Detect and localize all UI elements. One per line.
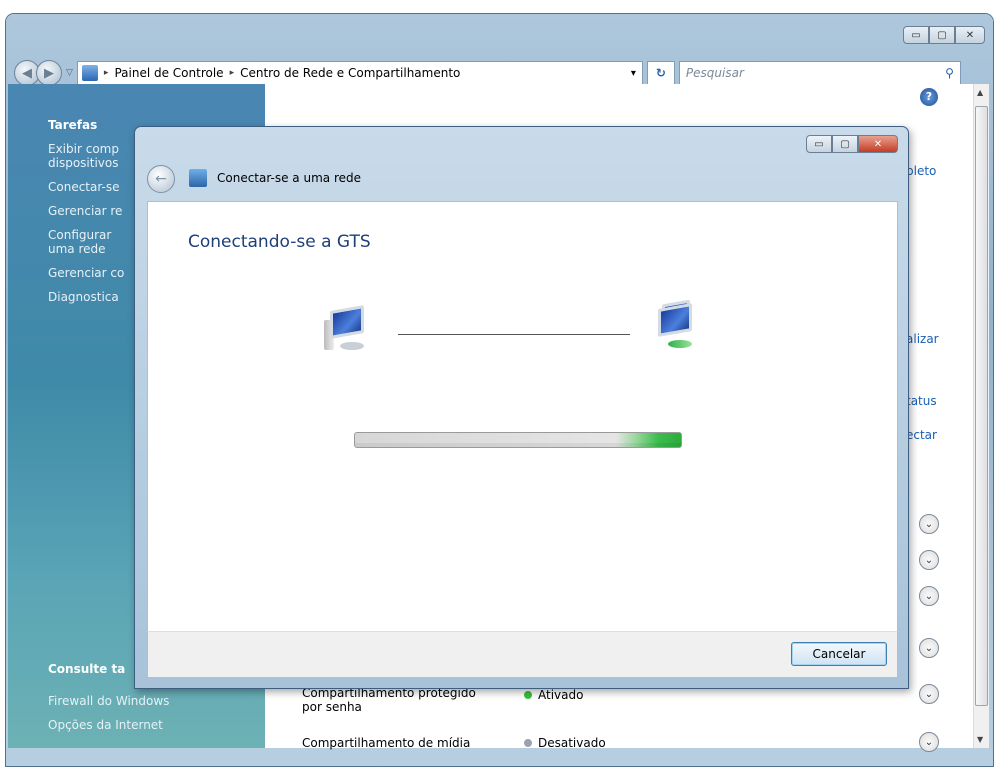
sidebar-link[interactable]: Configurar	[48, 228, 111, 242]
content-link-peek[interactable]: alizar	[906, 332, 939, 346]
sidebar-link[interactable]: Gerenciar co	[48, 266, 124, 280]
scroll-thumb[interactable]	[975, 106, 988, 706]
status-dot-icon	[524, 691, 532, 699]
close-button[interactable]: ✕	[955, 26, 985, 44]
dialog-back-button[interactable]: ←	[147, 165, 175, 193]
connection-progress-bar	[354, 432, 682, 448]
content-link-peek[interactable]: pleto	[906, 164, 936, 178]
sidebar-link[interactable]: Exibir comp	[48, 142, 119, 156]
sidebar-link[interactable]: Gerenciar re	[48, 204, 122, 218]
dialog-minimize-button[interactable]: ▭	[806, 135, 832, 153]
minimize-button[interactable]: ▭	[903, 26, 929, 44]
search-icon[interactable]: ⚲	[945, 66, 954, 80]
dialog-maximize-button[interactable]: ▢	[832, 135, 858, 153]
sidebar-link-internet-options[interactable]: Opções da Internet	[48, 718, 163, 732]
maximize-button[interactable]: ▢	[929, 26, 955, 44]
content-link-peek[interactable]: ectar	[906, 428, 937, 442]
dialog-heading: Conectando-se a GTS	[188, 232, 371, 252]
dialog-title: Conectar-se a uma rede	[217, 171, 361, 185]
sidebar-link[interactable]: Diagnostica	[48, 290, 119, 304]
search-placeholder: Pesquisar	[685, 66, 744, 80]
status-text: Ativado	[538, 688, 584, 702]
connection-line	[398, 334, 630, 335]
breadcrumb-network-center[interactable]: Centro de Rede e Compartilhamento	[240, 66, 460, 80]
refresh-button[interactable]: ↻	[646, 61, 675, 85]
sidebar-link[interactable]: dispositivos	[48, 156, 118, 170]
dialog-body: Conectando-se a GTS	[147, 201, 898, 631]
address-dropdown-icon[interactable]: ▾	[631, 68, 636, 79]
network-connect-icon	[189, 169, 207, 187]
content-link-peek[interactable]: tatus	[906, 394, 937, 408]
network-center-icon	[81, 65, 98, 81]
sharing-row-label: Compartilhamento de mídia	[302, 736, 470, 750]
row-label-line: por senha	[302, 700, 362, 714]
tasks-heading: Tarefas	[48, 118, 98, 132]
forward-button[interactable]: ▶	[36, 60, 62, 86]
sidebar-link[interactable]: Conectar-se	[48, 180, 120, 194]
vertical-scrollbar[interactable]: ▲ ▼	[973, 84, 989, 748]
dialog-window-controls: ▭ ▢ ✕	[806, 135, 898, 153]
see-also-heading: Consulte ta	[48, 662, 126, 676]
connect-dialog: ▭ ▢ ✕ ← Conectar-se a uma rede Conectand…	[134, 126, 909, 689]
expand-chevron-icon[interactable]: ⌄	[919, 550, 939, 570]
status-text: Desativado	[538, 736, 606, 750]
expand-chevron-icon[interactable]: ⌄	[919, 684, 939, 704]
status-badge: Desativado	[524, 736, 606, 750]
address-field[interactable]: ▸ Painel de Controle ▸ Centro de Rede e …	[76, 61, 643, 85]
sidebar-link-firewall[interactable]: Firewall do Windows	[48, 694, 169, 708]
sharing-row-label: Compartilhamento protegido por senha	[302, 686, 476, 714]
dialog-close-button[interactable]: ✕	[858, 135, 898, 153]
row-label-line: Compartilhamento de mídia	[302, 736, 471, 750]
scroll-up-icon[interactable]: ▲	[977, 88, 983, 97]
window-controls: ▭ ▢ ✕	[903, 26, 985, 44]
breadcrumb-separator-icon: ▸	[229, 68, 235, 78]
expand-chevron-icon[interactable]: ⌄	[919, 638, 939, 658]
history-dropdown-icon[interactable]: ▽	[66, 68, 73, 78]
sidebar-link[interactable]: uma rede	[48, 242, 106, 256]
status-dot-icon	[524, 739, 532, 747]
expand-chevron-icon[interactable]: ⌄	[919, 586, 939, 606]
search-input[interactable]: Pesquisar ⚲	[678, 61, 961, 85]
scroll-down-icon[interactable]: ▼	[977, 735, 983, 744]
computer-icon	[324, 305, 370, 352]
expand-chevron-icon[interactable]: ⌄	[919, 732, 939, 752]
breadcrumb-control-panel[interactable]: Painel de Controle	[114, 66, 223, 80]
dialog-footer: Cancelar	[147, 631, 898, 677]
breadcrumb-separator-icon: ▸	[103, 68, 109, 78]
expand-chevron-icon[interactable]: ⌄	[919, 514, 939, 534]
status-badge: Ativado	[524, 688, 583, 702]
network-icon	[652, 299, 698, 350]
help-icon[interactable]: ?	[920, 88, 938, 106]
cancel-button[interactable]: Cancelar	[791, 642, 887, 666]
